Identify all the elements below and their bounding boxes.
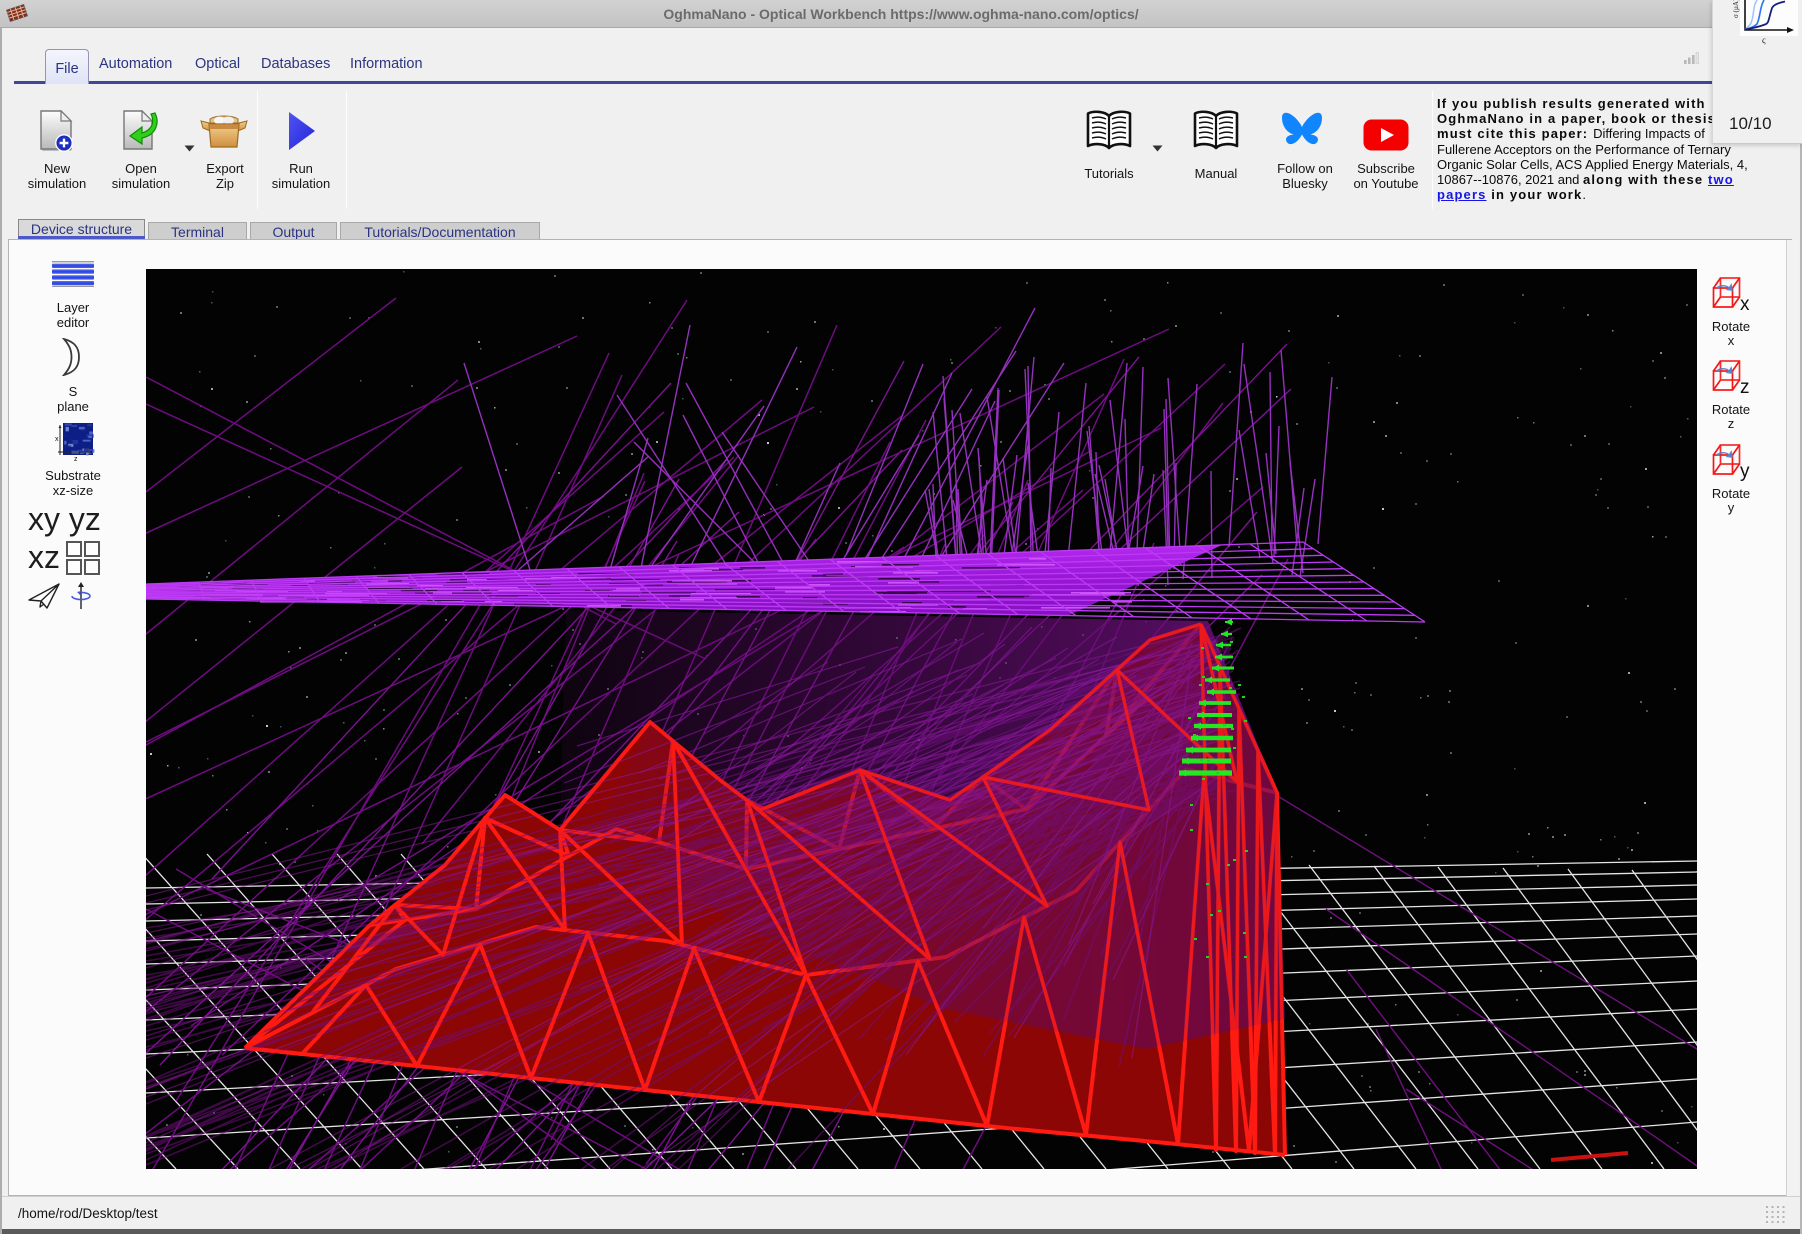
svg-text:x: x	[55, 436, 59, 443]
svg-text:σ (µA): σ (µA)	[1732, 0, 1740, 18]
svg-text:z: z	[74, 456, 78, 461]
svg-text:ς: ς	[1762, 35, 1766, 45]
